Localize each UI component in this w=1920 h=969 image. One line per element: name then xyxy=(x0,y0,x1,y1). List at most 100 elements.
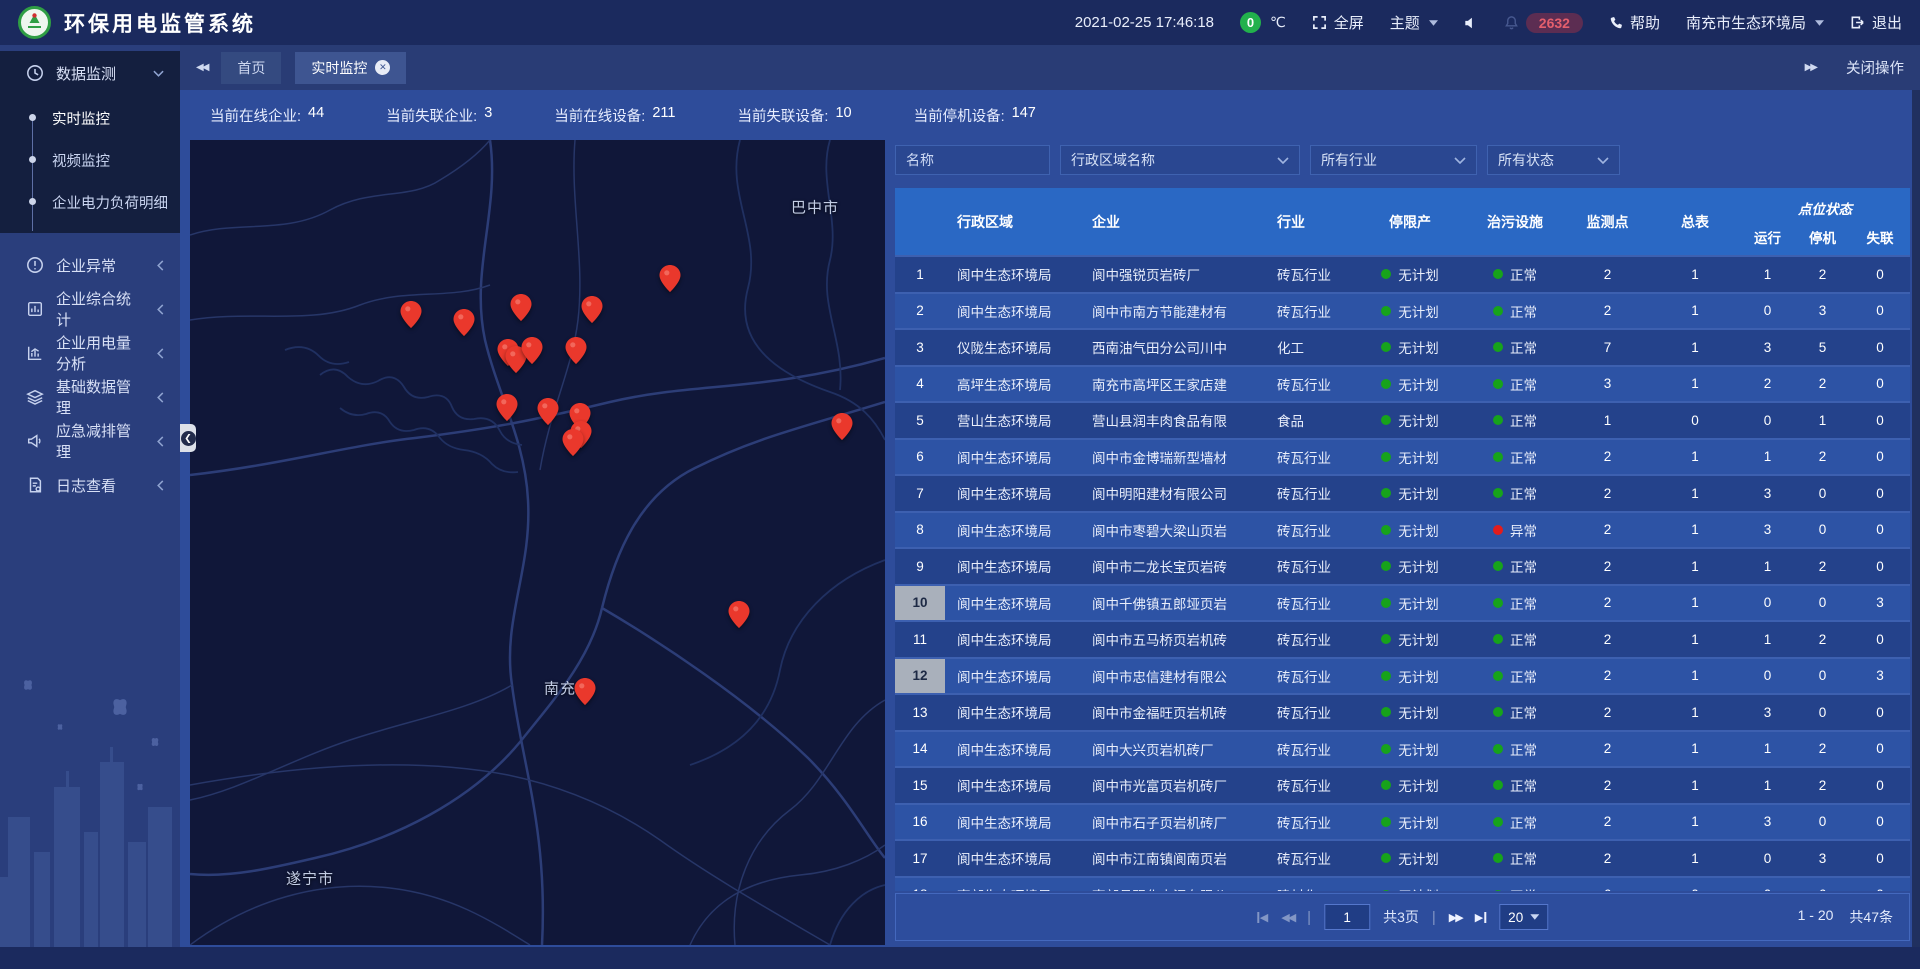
close-operations-button[interactable]: 关闭操作 xyxy=(1846,57,1904,78)
table-row[interactable]: 5营山生态环境局营山县润丰肉食品有限食品无计划正常10010 xyxy=(895,401,1910,438)
table-row[interactable]: 18南部生态环境局南部县砚化水泥有限公建材化工无计划正常60060 xyxy=(895,876,1910,892)
tabbar-right: ▶▶ 关闭操作 xyxy=(1805,57,1904,78)
tab-home[interactable]: 首页 xyxy=(221,52,281,84)
scroll-tabs-right-icon[interactable]: ▶▶ xyxy=(1805,62,1816,73)
cell-stop-limit: 无计划 xyxy=(1355,593,1465,613)
sidebar-item-enterprise-statistics[interactable]: 企业综合统计 xyxy=(0,287,180,331)
sidebar-group-data-monitor: 数据监测实时监控视频监控企业电力负荷明细 xyxy=(0,51,180,233)
map-marker-pin[interactable] xyxy=(832,413,853,440)
organization-menu[interactable]: 南充市生态环境局 xyxy=(1686,12,1824,33)
sidebar-group-enterprise-statistics: 企业综合统计 xyxy=(0,287,180,331)
table-row[interactable]: 10阆中生态环境局阆中千佛镇五郎垭页岩砖瓦行业无计划正常21003 xyxy=(895,584,1910,621)
table-row[interactable]: 16阆中生态环境局阆中市石子页岩机砖厂砖瓦行业无计划正常21300 xyxy=(895,803,1910,840)
tab-realtime-monitor[interactable]: 实时监控 ✕ xyxy=(295,52,406,84)
cell-meter-count: 0 xyxy=(1650,887,1740,891)
table-row[interactable]: 11阆中生态环境局阆中市五马桥页岩机砖砖瓦行业无计划正常21120 xyxy=(895,620,1910,657)
sidebar-item-power-load-detail[interactable]: 企业电力负荷明细 xyxy=(0,181,180,223)
cell-meter-count: 1 xyxy=(1650,486,1740,501)
table-row[interactable]: 6阆中生态环境局阆中市金博瑞新型墙材砖瓦行业无计划正常21120 xyxy=(895,438,1910,475)
map-marker-pin[interactable] xyxy=(401,301,422,328)
map-marker-pin[interactable] xyxy=(454,309,475,336)
first-page-button[interactable]: ◀ xyxy=(1257,911,1268,924)
sidebar-item-enterprise-abnormal[interactable]: 企业异常 xyxy=(0,243,180,287)
sidebar-item-data-monitor[interactable]: 数据监测 xyxy=(0,51,180,95)
status-label: 正常 xyxy=(1510,301,1537,321)
last-page-button[interactable]: ▶ xyxy=(1475,911,1486,924)
cell-company: 阆中市五马桥页岩机砖 xyxy=(1080,629,1265,649)
table-row[interactable]: 1阆中生态环境局阆中强锐页岩砖厂砖瓦行业无计划正常21120 xyxy=(895,255,1910,292)
column-header-run: 运行 xyxy=(1740,219,1795,255)
name-filter-input[interactable] xyxy=(895,145,1050,175)
status-label: 正常 xyxy=(1510,629,1537,649)
table-row[interactable]: 2阆中生态环境局阆中市南方节能建材有砖瓦行业无计划正常21030 xyxy=(895,292,1910,329)
table-row[interactable]: 7阆中生态环境局阆中明阳建材有限公司砖瓦行业无计划正常21300 xyxy=(895,474,1910,511)
sidebar-item-log-view[interactable]: 日志查看 xyxy=(0,463,180,507)
page-size-select[interactable]: 20 xyxy=(1499,904,1548,930)
map-marker-pin[interactable] xyxy=(511,294,532,321)
fullscreen-button[interactable]: 全屏 xyxy=(1312,12,1364,33)
theme-button[interactable]: 主题 xyxy=(1390,12,1438,33)
cell-halt-count: 3 xyxy=(1795,303,1850,318)
sidebar-item-realtime-monitor[interactable]: 实时监控 xyxy=(0,97,180,139)
cell-industry: 砖瓦行业 xyxy=(1265,629,1355,649)
row-number: 3 xyxy=(895,330,945,365)
help-button[interactable]: 帮助 xyxy=(1609,12,1660,33)
prev-page-button[interactable]: ◀◀ xyxy=(1281,911,1294,924)
cell-industry: 砖瓦行业 xyxy=(1265,520,1355,540)
status-filter-select[interactable]: 所有状态 xyxy=(1487,145,1620,175)
total-count-label: 共47条 xyxy=(1849,907,1893,927)
table-row[interactable]: 15阆中生态环境局阆中市光富页岩机砖厂砖瓦行业无计划正常21120 xyxy=(895,766,1910,803)
sidebar-item-power-analysis[interactable]: 企业用电量分析 xyxy=(0,331,180,375)
chevron-left-icon xyxy=(157,348,164,359)
cell-monitor-count: 2 xyxy=(1565,303,1650,318)
sidebar-item-basic-data[interactable]: 基础数据管理 xyxy=(0,375,180,419)
cell-monitor-count: 2 xyxy=(1565,632,1650,647)
sidebar-collapse-handle[interactable]: ❮ xyxy=(180,424,196,452)
close-tab-icon[interactable]: ✕ xyxy=(375,60,390,75)
cell-region: 阆中生态环境局 xyxy=(945,739,1080,759)
cell-halt-count: 0 xyxy=(1795,814,1850,829)
scrollbar-track[interactable] xyxy=(1912,90,1920,947)
industry-filter-select[interactable]: 所有行业 xyxy=(1310,145,1477,175)
map-marker-pin[interactable] xyxy=(729,601,750,628)
sidebar-item-video-monitor[interactable]: 视频监控 xyxy=(0,139,180,181)
notifications-button[interactable]: 2632 xyxy=(1504,13,1583,33)
region-filter-select[interactable]: 行政区域名称 xyxy=(1060,145,1300,175)
table-row[interactable]: 9阆中生态环境局阆中市二龙长宝页岩砖砖瓦行业无计划正常21120 xyxy=(895,547,1910,584)
row-number: 12 xyxy=(895,659,945,694)
map-marker-pin[interactable] xyxy=(660,265,681,292)
table-row[interactable]: 8阆中生态环境局阆中市枣碧大梁山页岩砖瓦行业无计划异常21300 xyxy=(895,511,1910,548)
table-row[interactable]: 12阆中生态环境局阆中市忠信建材有限公砖瓦行业无计划正常21003 xyxy=(895,657,1910,694)
map-marker-pin[interactable] xyxy=(575,678,596,705)
cell-stop-limit: 无计划 xyxy=(1355,885,1465,891)
logout-button[interactable]: 退出 xyxy=(1850,12,1902,33)
map-marker-pin[interactable] xyxy=(522,337,543,364)
cell-meter-count: 1 xyxy=(1650,814,1740,829)
table-row[interactable]: 17阆中生态环境局阆中市江南镇阆南页岩砖瓦行业无计划正常21030 xyxy=(895,839,1910,876)
table-row[interactable]: 13阆中生态环境局阆中市金福旺页岩机砖砖瓦行业无计划正常21300 xyxy=(895,693,1910,730)
sidebar-item-emergency-reduction[interactable]: 应急减排管理 xyxy=(0,419,180,463)
map-marker-pin[interactable] xyxy=(582,296,603,323)
status-label: 正常 xyxy=(1510,447,1537,467)
status-dot xyxy=(1493,488,1503,498)
cell-region: 高坪生态环境局 xyxy=(945,374,1080,394)
page-number-input[interactable]: 1 xyxy=(1324,904,1370,930)
cell-region: 阆中生态环境局 xyxy=(945,812,1080,832)
map-marker-pin[interactable] xyxy=(538,398,559,425)
table-row[interactable]: 14阆中生态环境局阆中大兴页岩机砖厂砖瓦行业无计划正常21120 xyxy=(895,730,1910,767)
map-marker-pin[interactable] xyxy=(497,394,518,421)
cell-halt-count: 0 xyxy=(1795,705,1850,720)
map-marker-pin[interactable] xyxy=(566,337,587,364)
cell-run-count: 3 xyxy=(1740,486,1795,501)
scroll-tabs-left-icon[interactable]: ◀◀ xyxy=(196,62,207,73)
map-marker-pin[interactable] xyxy=(563,429,584,456)
stat-item: 当前失联企业:3 xyxy=(386,105,492,126)
cell-stop-limit: 无计划 xyxy=(1355,483,1465,503)
next-page-button[interactable]: ▶▶ xyxy=(1449,911,1462,924)
speaker-button[interactable] xyxy=(1464,16,1478,30)
table-row[interactable]: 4高坪生态环境局南充市高坪区王家店建砖瓦行业无计划正常31220 xyxy=(895,365,1910,402)
table-row[interactable]: 3仪陇生态环境局西南油气田分公司川中化工无计划正常71350 xyxy=(895,328,1910,365)
industry-filter-value: 所有行业 xyxy=(1321,150,1377,170)
status-label: 正常 xyxy=(1510,337,1537,357)
map[interactable]: 巴中市南充市遂宁市 xyxy=(190,140,885,945)
